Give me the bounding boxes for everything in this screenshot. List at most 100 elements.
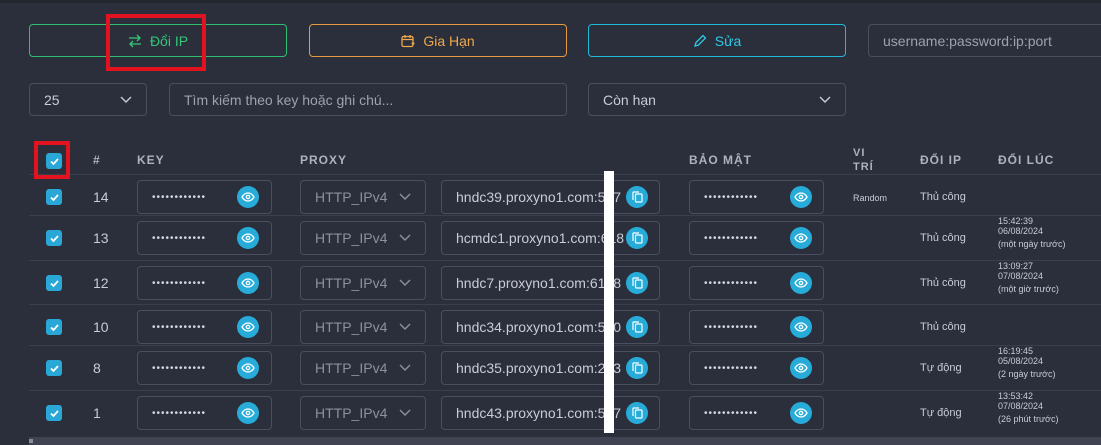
row-divider xyxy=(29,215,1101,216)
row-checkbox[interactable] xyxy=(46,319,62,335)
eye-icon xyxy=(241,363,255,373)
chevron-down-icon xyxy=(399,323,411,330)
per-page-value: 25 xyxy=(44,91,60,108)
password-value: •••••••••••• xyxy=(704,277,759,289)
changed-time: 15:42:39 xyxy=(998,216,1034,226)
proxy-host-value: hndc34.proxyno1.com:500 xyxy=(456,319,621,335)
changed-at-cell xyxy=(998,305,1101,308)
row-checkbox[interactable] xyxy=(46,189,62,205)
credentials-placeholder: username:password:ip:port xyxy=(883,32,1052,49)
header-changed-at: ĐỔI LÚC xyxy=(998,153,1055,167)
chevron-down-icon xyxy=(120,96,132,103)
show-key-button[interactable] xyxy=(237,227,259,249)
header-key: KEY xyxy=(137,153,165,167)
edit-button[interactable]: Sửa xyxy=(588,24,846,57)
change-mode-value: Thủ công xyxy=(920,321,966,333)
copy-icon xyxy=(631,407,643,419)
show-password-button[interactable] xyxy=(790,272,812,294)
copy-proxy-button[interactable] xyxy=(626,227,648,249)
calendar-plus-icon xyxy=(401,34,415,47)
status-select[interactable]: Còn hạn xyxy=(588,83,846,116)
proxy-host-value: hcmdc1.proxyno1.com:618 xyxy=(456,230,625,246)
copy-icon xyxy=(631,362,643,374)
eye-icon xyxy=(241,278,255,288)
checkmark-icon xyxy=(49,193,59,201)
key-value: •••••••••••• xyxy=(152,277,207,289)
changed-time: 13:53:42 xyxy=(998,391,1034,401)
row-number: 8 xyxy=(93,360,101,376)
protocol-select[interactable]: HTTP_IPv4 xyxy=(300,180,426,214)
row-number: 14 xyxy=(93,189,109,205)
protocol-select[interactable]: HTTP_IPv4 xyxy=(300,351,426,385)
highlight-change-ip xyxy=(106,14,206,71)
show-key-button[interactable] xyxy=(237,357,259,379)
eye-icon xyxy=(794,363,808,373)
row-checkbox[interactable] xyxy=(46,275,62,291)
proxy-host-value: hndc7.proxyno1.com:6188 xyxy=(456,275,621,291)
checkmark-icon xyxy=(49,323,59,331)
protocol-select[interactable]: HTTP_IPv4 xyxy=(300,310,426,344)
proxy-host-value: hndc35.proxyno1.com:233 xyxy=(456,360,621,376)
show-key-button[interactable] xyxy=(237,402,259,424)
per-page-select[interactable]: 25 xyxy=(29,83,147,116)
copy-icon xyxy=(631,191,643,203)
search-placeholder: Tìm kiếm theo key hoặc ghi chú... xyxy=(184,91,394,108)
protocol-select[interactable]: HTTP_IPv4 xyxy=(300,221,426,255)
copy-proxy-button[interactable] xyxy=(626,272,648,294)
changed-at-cell: 16:19:45 05/08/2024 (2 ngày trước) xyxy=(998,346,1101,379)
status-value: Còn hạn xyxy=(603,91,656,108)
row-divider xyxy=(29,304,1101,305)
copy-proxy-button[interactable] xyxy=(626,357,648,379)
checkmark-icon xyxy=(49,409,59,417)
show-password-button[interactable] xyxy=(790,402,812,424)
row-checkbox[interactable] xyxy=(46,405,62,421)
row-number: 13 xyxy=(93,230,109,246)
key-value: •••••••••••• xyxy=(152,362,207,374)
copy-proxy-button[interactable] xyxy=(626,186,648,208)
key-value: •••••••••••• xyxy=(152,321,207,333)
key-value: •••••••••••• xyxy=(152,407,207,419)
changed-relative: (2 ngày trước) xyxy=(998,369,1056,379)
extend-button[interactable]: Gia Hạn xyxy=(309,24,567,57)
pencil-icon xyxy=(693,34,707,47)
search-input[interactable]: Tìm kiếm theo key hoặc ghi chú... xyxy=(169,83,567,116)
show-password-button[interactable] xyxy=(790,357,812,379)
show-key-button[interactable] xyxy=(237,272,259,294)
checkmark-icon xyxy=(49,279,59,287)
row-checkbox[interactable] xyxy=(46,230,62,246)
header-location: VI TRÍ xyxy=(853,146,874,174)
header-location-line1: VI xyxy=(853,147,866,159)
change-mode-value: Thủ công xyxy=(920,191,966,203)
eye-icon xyxy=(241,322,255,332)
row-divider xyxy=(29,390,1101,391)
row-number: 12 xyxy=(93,275,109,291)
chevron-down-icon xyxy=(399,193,411,200)
protocol-select[interactable]: HTTP_IPv4 xyxy=(300,396,426,430)
header-location-line2: TRÍ xyxy=(853,161,874,173)
extend-label: Gia Hạn xyxy=(423,32,475,49)
change-mode-value: Thủ công xyxy=(920,277,966,289)
changed-relative: (một giờ trước) xyxy=(998,284,1059,294)
copy-icon xyxy=(631,321,643,333)
show-key-button[interactable] xyxy=(237,316,259,338)
key-value: •••••••••••• xyxy=(152,232,207,244)
credentials-input[interactable]: username:password:ip:port xyxy=(868,24,1101,57)
copy-proxy-button[interactable] xyxy=(626,402,648,424)
horizontal-scrollbar[interactable] xyxy=(29,437,1101,445)
copy-proxy-button[interactable] xyxy=(626,316,648,338)
eye-icon xyxy=(794,233,808,243)
show-password-button[interactable] xyxy=(790,227,812,249)
row-number: 1 xyxy=(93,405,101,421)
changed-time: 16:19:45 xyxy=(998,346,1034,356)
checkmark-icon xyxy=(49,234,59,242)
show-password-button[interactable] xyxy=(790,316,812,338)
row-checkbox[interactable] xyxy=(46,360,62,376)
changed-at-cell xyxy=(998,175,1101,178)
changed-at-cell: 13:53:42 07/08/2024 (26 phút trước) xyxy=(998,391,1101,424)
show-password-button[interactable] xyxy=(790,186,812,208)
change-mode-value: Thủ công xyxy=(920,232,966,244)
show-key-button[interactable] xyxy=(237,186,259,208)
changed-at-cell: 15:42:39 06/08/2024 (một ngày trước) xyxy=(998,216,1101,249)
protocol-select[interactable]: HTTP_IPv4 xyxy=(300,266,426,300)
protocol-value: HTTP_IPv4 xyxy=(315,189,388,205)
